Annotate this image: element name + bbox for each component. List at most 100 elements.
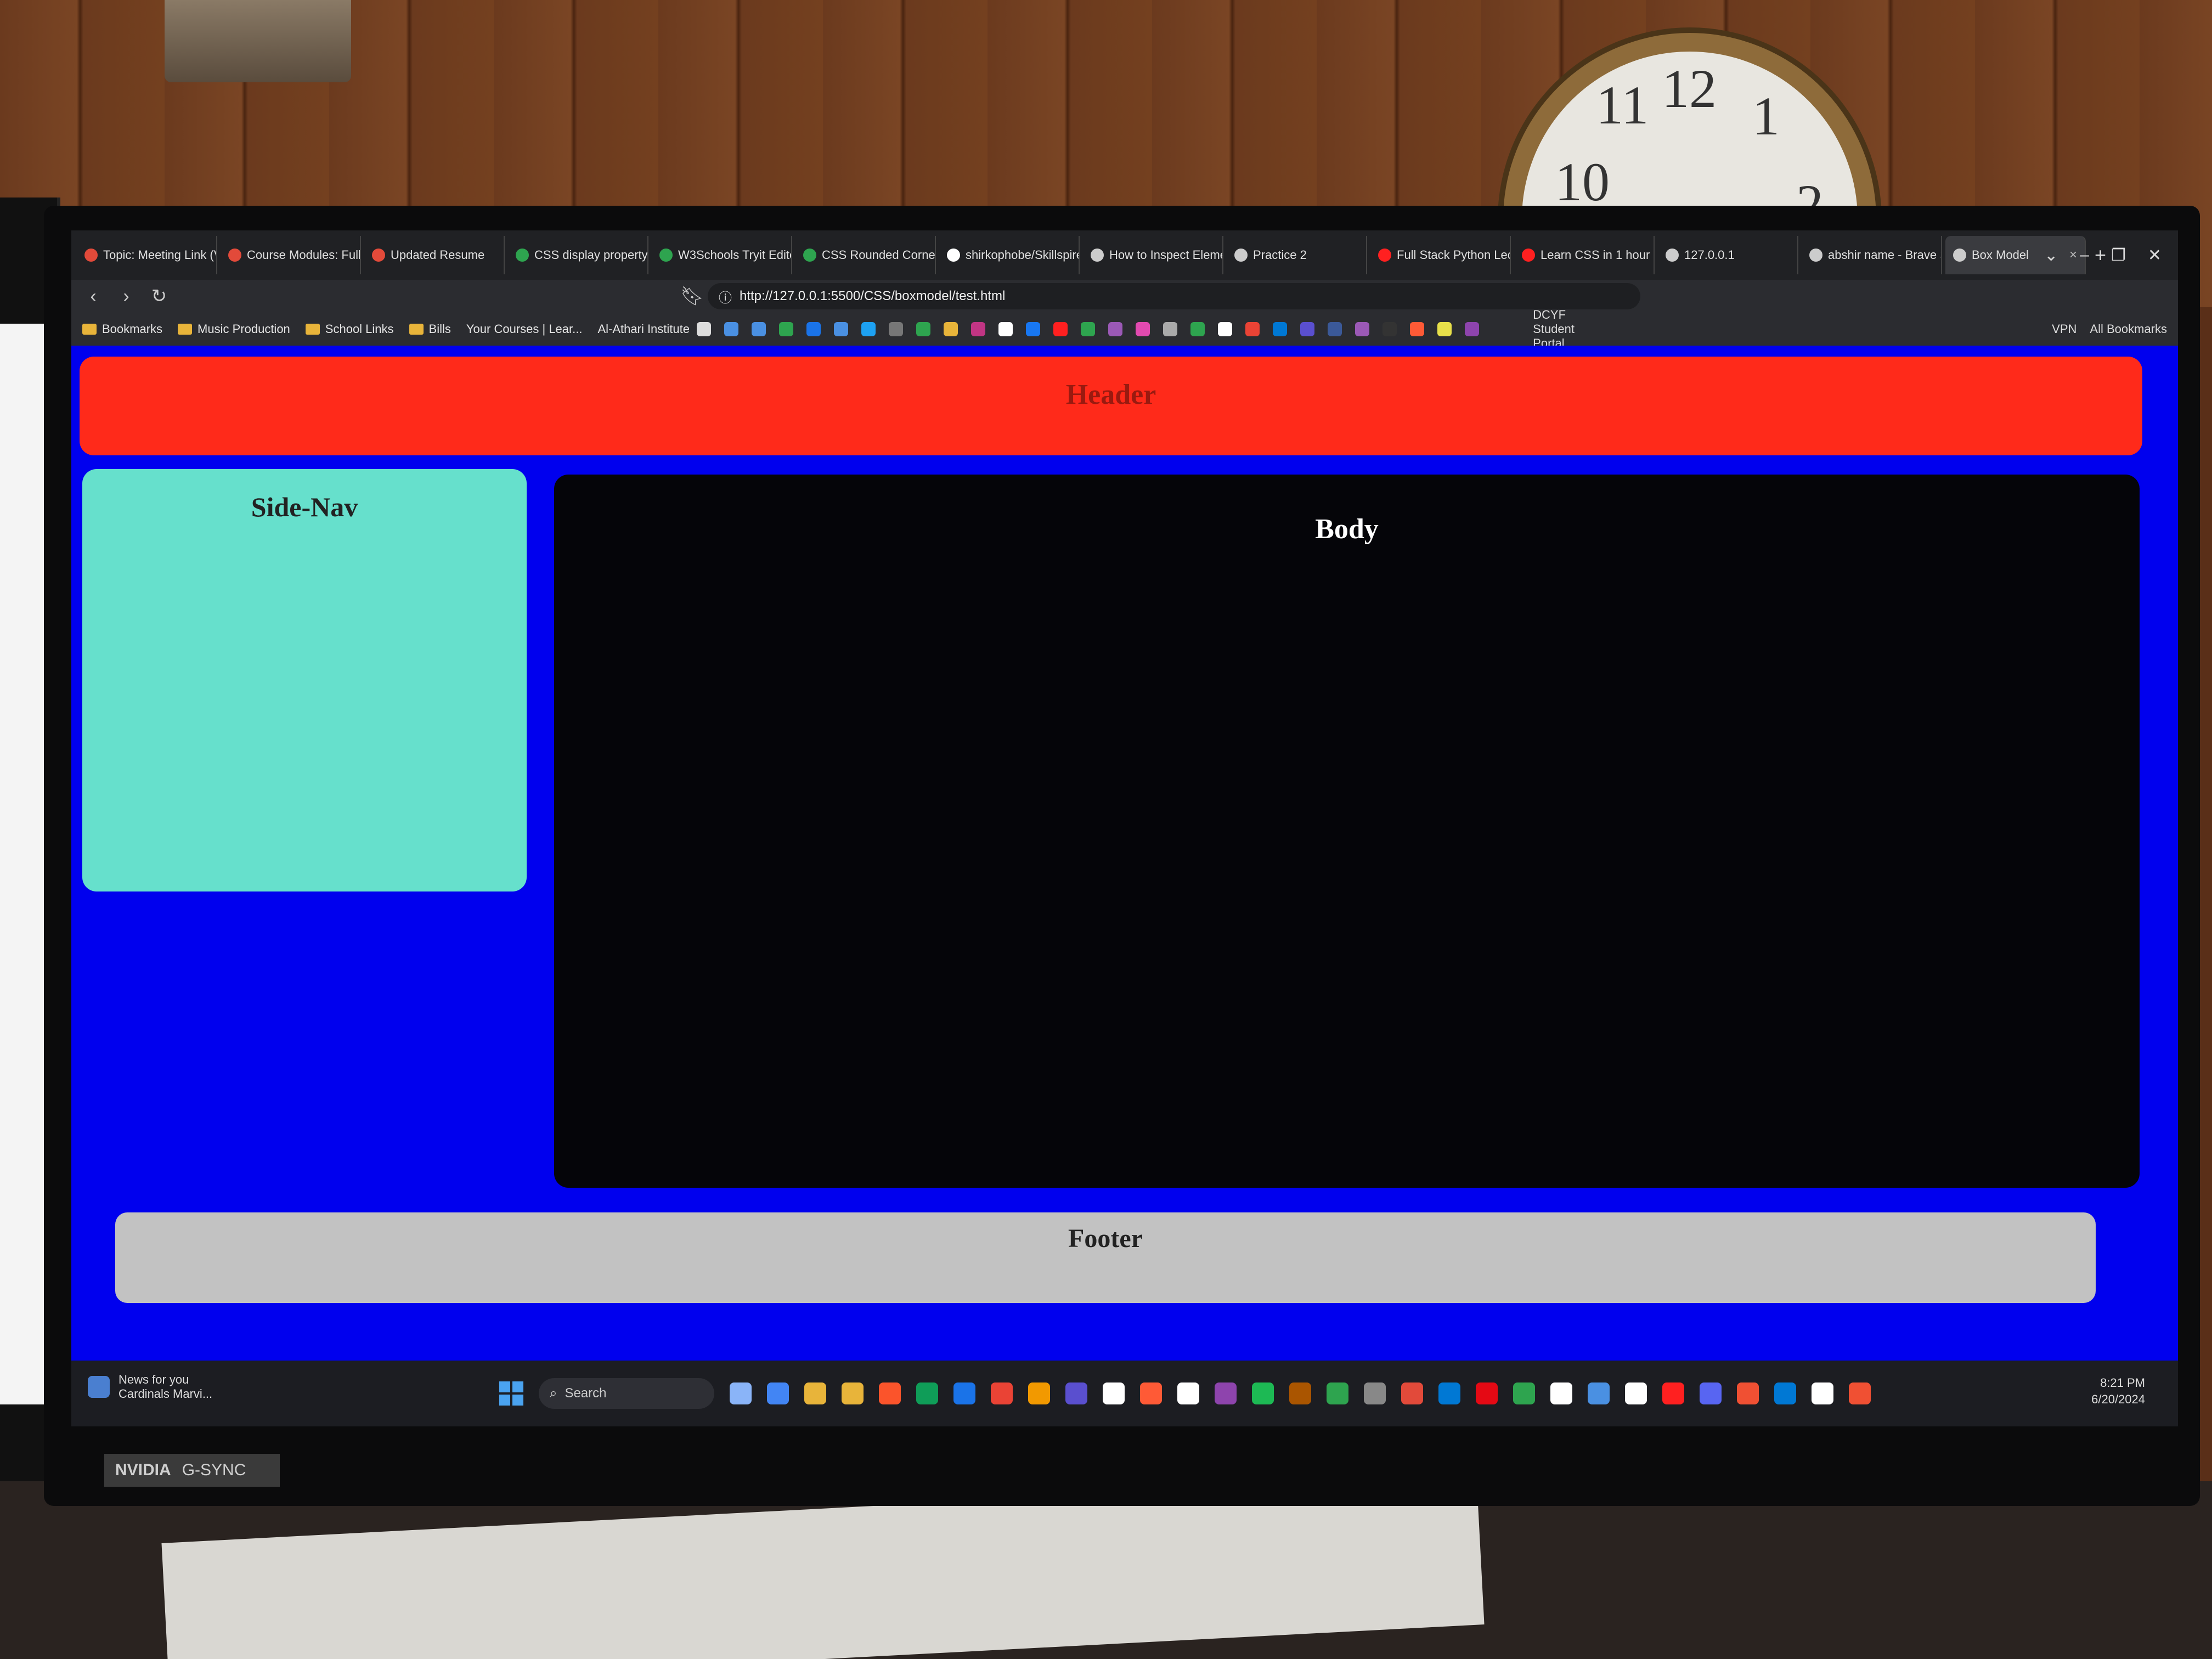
extension-icon[interactable] — [779, 322, 793, 336]
browser-tab[interactable]: Topic: Meeting Link (V — [77, 236, 217, 274]
dcyf-bookmark[interactable]: DCYF Student Portal — [1533, 308, 1575, 351]
browser-tab[interactable]: shirkophobe/Skillspire — [939, 236, 1080, 274]
minimize-icon[interactable]: – — [2080, 246, 2089, 264]
taskbar-app-icon[interactable] — [1513, 1383, 1535, 1404]
extension-icon[interactable] — [1218, 322, 1232, 336]
taskbar-app-icon[interactable] — [1364, 1383, 1386, 1404]
taskbar-app-icon[interactable] — [842, 1383, 864, 1404]
extension-icon[interactable] — [806, 322, 821, 336]
extension-icon[interactable] — [1300, 322, 1314, 336]
taskbar-app-icon[interactable] — [1588, 1383, 1610, 1404]
taskbar-app-icon[interactable] — [804, 1383, 826, 1404]
taskbar-app-icon[interactable] — [730, 1383, 752, 1404]
all-bookmarks-link[interactable]: All Bookmarks — [2090, 322, 2167, 336]
extension-icon[interactable] — [1245, 322, 1260, 336]
taskbar-app-icon[interactable] — [1103, 1383, 1125, 1404]
browser-tab[interactable]: CSS Rounded Corners — [795, 236, 936, 274]
back-icon[interactable]: ‹ — [82, 286, 104, 307]
taskbar-app-icon[interactable] — [1849, 1383, 1871, 1404]
browser-tab[interactable]: Full Stack Python Lectu — [1370, 236, 1511, 274]
extension-icon[interactable] — [1136, 322, 1150, 336]
extension-icon[interactable] — [1053, 322, 1068, 336]
taskbar-app-icon[interactable] — [953, 1383, 975, 1404]
site-info-icon[interactable]: ⓘ — [719, 287, 732, 306]
taskbar-app-icon[interactable] — [1662, 1383, 1684, 1404]
extension-icon[interactable] — [916, 322, 930, 336]
browser-tab[interactable]: CSS display property — [508, 236, 648, 274]
clock-number: 10 — [1555, 151, 1610, 212]
extension-icon[interactable] — [724, 322, 738, 336]
taskbar-app-icon[interactable] — [916, 1383, 938, 1404]
taskbar-app-icon[interactable] — [1476, 1383, 1498, 1404]
browser-tab[interactable]: 127.0.0.1 — [1658, 236, 1798, 274]
extension-icon[interactable] — [1410, 322, 1424, 336]
taskbar-app-icon[interactable] — [1327, 1383, 1348, 1404]
header-section: Header — [80, 357, 2142, 455]
extension-icon[interactable] — [697, 322, 711, 336]
forward-icon[interactable]: › — [115, 286, 137, 307]
browser-tab[interactable]: Practice 2 — [1227, 236, 1367, 274]
taskbar-app-icon[interactable] — [1401, 1383, 1423, 1404]
extension-icon[interactable] — [889, 322, 903, 336]
taskbar-app-icon[interactable] — [1140, 1383, 1162, 1404]
extension-icon[interactable] — [752, 322, 766, 336]
taskbar-app-icon[interactable] — [1065, 1383, 1087, 1404]
restore-icon[interactable]: ❐ — [2111, 246, 2126, 265]
extension-icon[interactable] — [1190, 322, 1205, 336]
bookmark-folder[interactable]: Music Production — [178, 322, 290, 336]
taskbar-app-icon[interactable] — [1550, 1383, 1572, 1404]
clock-number: 11 — [1596, 75, 1649, 136]
extension-icon[interactable] — [861, 322, 876, 336]
taskbar-app-icon[interactable] — [1812, 1383, 1833, 1404]
extension-icon[interactable] — [944, 322, 958, 336]
taskbar-app-icon[interactable] — [1252, 1383, 1274, 1404]
news-widget[interactable]: News for you Cardinals Marvi... — [88, 1373, 212, 1401]
bookmark-folder[interactable]: School Links — [305, 322, 394, 336]
close-window-icon[interactable]: ✕ — [2148, 246, 2162, 265]
taskbar-app-icon[interactable] — [1177, 1383, 1199, 1404]
taskbar-app-icon[interactable] — [1215, 1383, 1237, 1404]
extension-icon[interactable] — [1383, 322, 1397, 336]
taskbar-app-icon[interactable] — [1700, 1383, 1722, 1404]
taskbar-app-icon[interactable] — [1028, 1383, 1050, 1404]
extension-icon[interactable] — [1163, 322, 1177, 336]
taskbar-app-icon[interactable] — [1774, 1383, 1796, 1404]
bookmark-link[interactable]: Your Courses | Lear... — [466, 322, 583, 336]
extension-icon[interactable] — [1273, 322, 1287, 336]
extension-icon[interactable] — [1328, 322, 1342, 336]
extension-icon[interactable] — [998, 322, 1013, 336]
tab-search-icon[interactable]: ⌄ — [2044, 246, 2058, 265]
extension-icon[interactable] — [1081, 322, 1095, 336]
browser-tab[interactable]: Updated Resume — [364, 236, 505, 274]
reload-icon[interactable]: ↻ — [148, 285, 170, 307]
vpn-button[interactable]: VPN — [2052, 322, 2076, 336]
browser-tab[interactable]: Course Modules: Full S — [221, 236, 361, 274]
extension-icon[interactable] — [971, 322, 985, 336]
extension-icon[interactable] — [1026, 322, 1040, 336]
bookmark-folder[interactable]: Bills — [409, 322, 451, 336]
windows-start-icon[interactable] — [499, 1381, 523, 1406]
url-field[interactable]: ⓘ http://127.0.0.1:5500/CSS/boxmodel/tes… — [708, 283, 1640, 309]
extension-icon[interactable] — [1465, 322, 1479, 336]
extension-icon[interactable] — [1437, 322, 1452, 336]
extension-icon[interactable] — [834, 322, 848, 336]
taskbar-app-icon[interactable] — [1438, 1383, 1460, 1404]
taskbar-app-icon[interactable] — [1289, 1383, 1311, 1404]
taskbar-app-icon[interactable] — [1737, 1383, 1759, 1404]
bookmark-link[interactable]: Al-Athari Institute — [597, 322, 690, 336]
browser-tab[interactable]: Learn CSS in 1 hour — [1514, 236, 1655, 274]
extension-icon[interactable] — [1355, 322, 1369, 336]
browser-tab[interactable]: How to Inspect Elemen — [1083, 236, 1223, 274]
bookmark-page-icon[interactable]: 🔖︎ — [680, 285, 704, 307]
browser-tab[interactable]: W3Schools Tryit Editor — [652, 236, 792, 274]
browser-tab[interactable]: abshir name - Brave S — [1802, 236, 1942, 274]
taskbar-app-icon[interactable] — [879, 1383, 901, 1404]
globe-icon — [1234, 249, 1248, 262]
taskbar-search[interactable]: ⌕ Search — [539, 1378, 714, 1409]
taskbar-app-icon[interactable] — [767, 1383, 789, 1404]
extension-icon[interactable] — [1108, 322, 1122, 336]
taskbar-app-icon[interactable] — [991, 1383, 1013, 1404]
taskbar-app-icon[interactable] — [1625, 1383, 1647, 1404]
bookmark-folder[interactable]: Bookmarks — [82, 322, 162, 336]
system-clock[interactable]: 8:21 PM 6/20/2024 — [2091, 1375, 2145, 1408]
